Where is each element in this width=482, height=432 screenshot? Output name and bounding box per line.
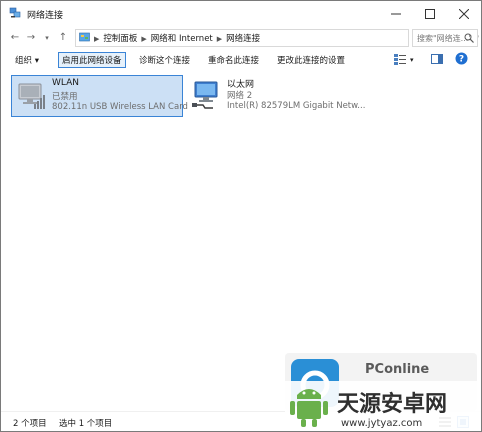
- breadcrumb-control-panel[interactable]: 控制面板: [103, 34, 137, 44]
- ethernet-adapter-icon: [192, 81, 218, 109]
- connection-name: WLAN: [52, 78, 80, 88]
- site-url-text: www.jytyaz.com: [341, 418, 422, 429]
- command-bar: 组织 ▾ 启用此网络设备 诊断这个连接 重命名此连接 更改此连接的设置 ▾ ?: [1, 49, 481, 72]
- up-arrow-icon[interactable]: ↑: [57, 32, 69, 44]
- enable-device-button[interactable]: 启用此网络设备: [58, 52, 126, 68]
- address-bar[interactable]: ▶控制面板▶网络和 Internet▶网络连接 ▾ ↻: [75, 29, 479, 47]
- diagnose-button[interactable]: 诊断这个连接: [139, 54, 190, 66]
- connection-status: 已禁用: [52, 92, 78, 102]
- rename-button[interactable]: 重命名此连接: [208, 54, 259, 66]
- item-count: 2 个项目: [13, 419, 47, 429]
- site-name-text: 天源安卓网: [337, 391, 447, 417]
- breadcrumb: ▶ 控制面板 ▶ 网络和 Internet ▶ 网络连接: [94, 34, 261, 44]
- maximize-icon: [425, 9, 435, 19]
- network-connections-icon: [9, 7, 21, 18]
- view-dropdown-icon[interactable]: ▾: [410, 56, 414, 64]
- organize-menu[interactable]: 组织 ▾: [15, 54, 39, 66]
- change-settings-button[interactable]: 更改此连接的设置: [277, 54, 345, 66]
- breadcrumb-network-connections[interactable]: 网络连接: [226, 34, 260, 44]
- close-icon: [459, 9, 469, 19]
- preview-pane-icon[interactable]: [431, 53, 443, 65]
- minimize-icon: [391, 13, 401, 15]
- control-panel-icon: [79, 32, 90, 42]
- title-bar: 网络连接: [1, 1, 481, 27]
- navigation-bar: ← → ▾ ↑ ▶控制面板▶网络和 Internet▶网络连接 ▾ ↻ 搜索"网…: [1, 27, 481, 49]
- help-icon[interactable]: ?: [455, 52, 468, 65]
- recent-locations-chevron-icon[interactable]: ▾: [41, 32, 53, 44]
- search-box[interactable]: 搜索"网络连...": [412, 29, 478, 47]
- jytyaz-watermark: 天源安卓网 www.jytyaz.com: [285, 381, 481, 431]
- pconline-text: PConline: [365, 362, 429, 377]
- search-icon: [464, 33, 474, 43]
- back-arrow-icon[interactable]: ←: [9, 32, 21, 44]
- breadcrumb-network-internet[interactable]: 网络和 Internet: [151, 34, 213, 44]
- android-logo-icon: 天源安卓网 www.jytyaz.com: [285, 381, 481, 431]
- connection-device: Intel(R) 82579LM Gigabit Netw...: [227, 101, 366, 111]
- connection-status: 网络 2: [227, 91, 253, 101]
- network-connections-window: 网络连接 ← → ▾ ↑ ▶控制面板▶网络和 Internet▶网络连接 ▾ ↻: [0, 0, 482, 432]
- window-title: 网络连接: [27, 11, 64, 21]
- view-options-icon[interactable]: [394, 53, 406, 65]
- wireless-adapter-icon: [18, 83, 45, 109]
- connection-item-wlan[interactable]: WLAN 已禁用 802.11n USB Wireless LAN Card: [11, 75, 188, 117]
- connection-device: 802.11n USB Wireless LAN Card: [52, 102, 188, 112]
- maximize-button[interactable]: [413, 1, 447, 27]
- forward-arrow-icon[interactable]: →: [25, 32, 37, 44]
- svg-text:?: ?: [459, 55, 464, 65]
- selected-count: 选中 1 个项目: [59, 419, 113, 429]
- close-button[interactable]: [447, 1, 481, 27]
- minimize-button[interactable]: [379, 1, 413, 27]
- connection-item-ethernet[interactable]: 以太网 网络 2 Intel(R) 82579LM Gigabit Netw..…: [187, 75, 365, 115]
